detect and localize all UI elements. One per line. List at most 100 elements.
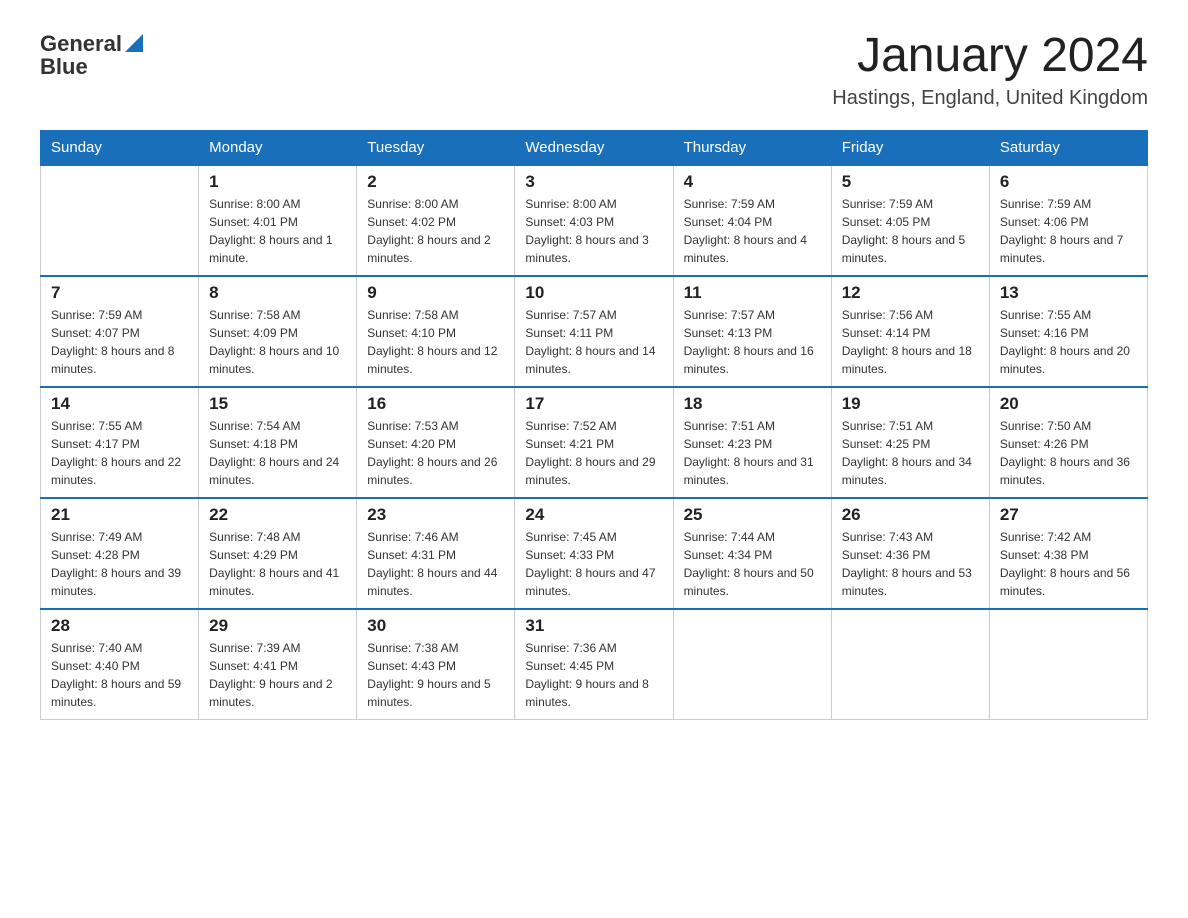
page-header: General Blue January 2024 Hastings, Engl…	[40, 30, 1148, 110]
calendar-cell: 23 Sunrise: 7:46 AMSunset: 4:31 PMDayligh…	[357, 498, 515, 609]
logo: General Blue	[40, 30, 143, 80]
day-number: 6	[1000, 172, 1137, 192]
col-friday: Friday	[831, 130, 989, 165]
day-number: 24	[525, 505, 662, 525]
location-subtitle: Hastings, England, United Kingdom	[832, 87, 1148, 110]
day-number: 7	[51, 283, 188, 303]
calendar-cell: 22 Sunrise: 7:48 AMSunset: 4:29 PMDayligh…	[199, 498, 357, 609]
day-info: Sunrise: 7:52 AMSunset: 4:21 PMDaylight:…	[525, 417, 662, 489]
calendar-cell: 12 Sunrise: 7:56 AMSunset: 4:14 PMDayligh…	[831, 276, 989, 387]
day-info: Sunrise: 7:55 AMSunset: 4:17 PMDaylight:…	[51, 417, 188, 489]
calendar-cell	[41, 165, 199, 276]
calendar-week-row: 1 Sunrise: 8:00 AMSunset: 4:01 PMDaylight…	[41, 165, 1148, 276]
calendar-cell: 17 Sunrise: 7:52 AMSunset: 4:21 PMDayligh…	[515, 387, 673, 498]
day-number: 29	[209, 616, 346, 636]
calendar-cell	[989, 609, 1147, 720]
day-info: Sunrise: 7:45 AMSunset: 4:33 PMDaylight:…	[525, 528, 662, 600]
day-info: Sunrise: 7:51 AMSunset: 4:23 PMDaylight:…	[684, 417, 821, 489]
calendar-week-row: 28Sunrise: 7:40 AMSunset: 4:40 PMDayligh…	[41, 609, 1148, 720]
col-sunday: Sunday	[41, 130, 199, 165]
col-saturday: Saturday	[989, 130, 1147, 165]
day-info: Sunrise: 7:59 AMSunset: 4:07 PMDaylight:…	[51, 306, 188, 378]
calendar-cell: 1 Sunrise: 8:00 AMSunset: 4:01 PMDaylight…	[199, 165, 357, 276]
day-number: 12	[842, 283, 979, 303]
day-number: 13	[1000, 283, 1137, 303]
day-info: Sunrise: 8:00 AMSunset: 4:02 PMDaylight:…	[367, 195, 504, 267]
day-info: Sunrise: 7:57 AMSunset: 4:11 PMDaylight:…	[525, 306, 662, 378]
calendar-cell: 14Sunrise: 7:55 AMSunset: 4:17 PMDayligh…	[41, 387, 199, 498]
day-info: Sunrise: 7:39 AMSunset: 4:41 PMDaylight:…	[209, 639, 346, 711]
day-number: 31	[525, 616, 662, 636]
title-block: January 2024 Hastings, England, United K…	[832, 30, 1148, 110]
day-info: Sunrise: 7:57 AMSunset: 4:13 PMDaylight:…	[684, 306, 821, 378]
day-info: Sunrise: 8:00 AMSunset: 4:01 PMDaylight:…	[209, 195, 346, 267]
calendar-cell: 16 Sunrise: 7:53 AMSunset: 4:20 PMDayligh…	[357, 387, 515, 498]
day-number: 28	[51, 616, 188, 636]
day-info: Sunrise: 7:36 AMSunset: 4:45 PMDaylight:…	[525, 639, 662, 711]
day-info: Sunrise: 7:59 AMSunset: 4:06 PMDaylight:…	[1000, 195, 1137, 267]
calendar-table: Sunday Monday Tuesday Wednesday Thursday…	[40, 130, 1148, 720]
calendar-cell	[673, 609, 831, 720]
day-info: Sunrise: 7:56 AMSunset: 4:14 PMDaylight:…	[842, 306, 979, 378]
calendar-cell: 6 Sunrise: 7:59 AMSunset: 4:06 PMDaylight…	[989, 165, 1147, 276]
day-number: 22	[209, 505, 346, 525]
calendar-cell: 24 Sunrise: 7:45 AMSunset: 4:33 PMDayligh…	[515, 498, 673, 609]
day-info: Sunrise: 7:48 AMSunset: 4:29 PMDaylight:…	[209, 528, 346, 600]
calendar-cell: 15Sunrise: 7:54 AMSunset: 4:18 PMDayligh…	[199, 387, 357, 498]
day-number: 19	[842, 394, 979, 414]
day-info: Sunrise: 7:53 AMSunset: 4:20 PMDaylight:…	[367, 417, 504, 489]
day-info: Sunrise: 7:49 AMSunset: 4:28 PMDaylight:…	[51, 528, 188, 600]
day-info: Sunrise: 7:58 AMSunset: 4:09 PMDaylight:…	[209, 306, 346, 378]
day-info: Sunrise: 7:44 AMSunset: 4:34 PMDaylight:…	[684, 528, 821, 600]
day-number: 2	[367, 172, 504, 192]
calendar-week-row: 7 Sunrise: 7:59 AMSunset: 4:07 PMDaylight…	[41, 276, 1148, 387]
day-number: 10	[525, 283, 662, 303]
calendar-cell: 30Sunrise: 7:38 AMSunset: 4:43 PMDayligh…	[357, 609, 515, 720]
day-number: 3	[525, 172, 662, 192]
day-number: 9	[367, 283, 504, 303]
calendar-cell: 31 Sunrise: 7:36 AMSunset: 4:45 PMDayligh…	[515, 609, 673, 720]
calendar-cell: 25 Sunrise: 7:44 AMSunset: 4:34 PMDayligh…	[673, 498, 831, 609]
calendar-cell: 7 Sunrise: 7:59 AMSunset: 4:07 PMDaylight…	[41, 276, 199, 387]
calendar-cell: 10 Sunrise: 7:57 AMSunset: 4:11 PMDayligh…	[515, 276, 673, 387]
calendar-cell: 27Sunrise: 7:42 AMSunset: 4:38 PMDayligh…	[989, 498, 1147, 609]
day-number: 1	[209, 172, 346, 192]
day-info: Sunrise: 7:58 AMSunset: 4:10 PMDaylight:…	[367, 306, 504, 378]
day-number: 21	[51, 505, 188, 525]
day-number: 17	[525, 394, 662, 414]
calendar-cell: 20 Sunrise: 7:50 AMSunset: 4:26 PMDayligh…	[989, 387, 1147, 498]
calendar-cell: 11Sunrise: 7:57 AMSunset: 4:13 PMDayligh…	[673, 276, 831, 387]
day-info: Sunrise: 7:54 AMSunset: 4:18 PMDaylight:…	[209, 417, 346, 489]
calendar-week-row: 14Sunrise: 7:55 AMSunset: 4:17 PMDayligh…	[41, 387, 1148, 498]
calendar-cell: 8 Sunrise: 7:58 AMSunset: 4:09 PMDaylight…	[199, 276, 357, 387]
day-number: 26	[842, 505, 979, 525]
day-number: 25	[684, 505, 821, 525]
calendar-cell: 18Sunrise: 7:51 AMSunset: 4:23 PMDayligh…	[673, 387, 831, 498]
day-info: Sunrise: 7:51 AMSunset: 4:25 PMDaylight:…	[842, 417, 979, 489]
calendar-cell: 9 Sunrise: 7:58 AMSunset: 4:10 PMDaylight…	[357, 276, 515, 387]
calendar-cell	[831, 609, 989, 720]
calendar-cell: 2 Sunrise: 8:00 AMSunset: 4:02 PMDaylight…	[357, 165, 515, 276]
day-number: 8	[209, 283, 346, 303]
day-number: 5	[842, 172, 979, 192]
day-info: Sunrise: 8:00 AMSunset: 4:03 PMDaylight:…	[525, 195, 662, 267]
calendar-cell: 4Sunrise: 7:59 AMSunset: 4:04 PMDaylight…	[673, 165, 831, 276]
day-info: Sunrise: 7:55 AMSunset: 4:16 PMDaylight:…	[1000, 306, 1137, 378]
calendar-cell: 26 Sunrise: 7:43 AMSunset: 4:36 PMDayligh…	[831, 498, 989, 609]
calendar-cell: 13 Sunrise: 7:55 AMSunset: 4:16 PMDayligh…	[989, 276, 1147, 387]
calendar-cell: 21 Sunrise: 7:49 AMSunset: 4:28 PMDayligh…	[41, 498, 199, 609]
day-info: Sunrise: 7:50 AMSunset: 4:26 PMDaylight:…	[1000, 417, 1137, 489]
day-info: Sunrise: 7:38 AMSunset: 4:43 PMDaylight:…	[367, 639, 504, 711]
calendar-week-row: 21 Sunrise: 7:49 AMSunset: 4:28 PMDayligh…	[41, 498, 1148, 609]
calendar-header: Sunday Monday Tuesday Wednesday Thursday…	[41, 130, 1148, 165]
logo-triangle-icon	[125, 34, 143, 52]
day-info: Sunrise: 7:59 AMSunset: 4:05 PMDaylight:…	[842, 195, 979, 267]
day-info: Sunrise: 7:46 AMSunset: 4:31 PMDaylight:…	[367, 528, 504, 600]
day-number: 23	[367, 505, 504, 525]
logo-general: General	[40, 32, 122, 56]
day-number: 20	[1000, 394, 1137, 414]
day-info: Sunrise: 7:43 AMSunset: 4:36 PMDaylight:…	[842, 528, 979, 600]
day-info: Sunrise: 7:59 AMSunset: 4:04 PMDaylight:…	[684, 195, 821, 267]
month-title: January 2024	[832, 30, 1148, 83]
day-number: 16	[367, 394, 504, 414]
